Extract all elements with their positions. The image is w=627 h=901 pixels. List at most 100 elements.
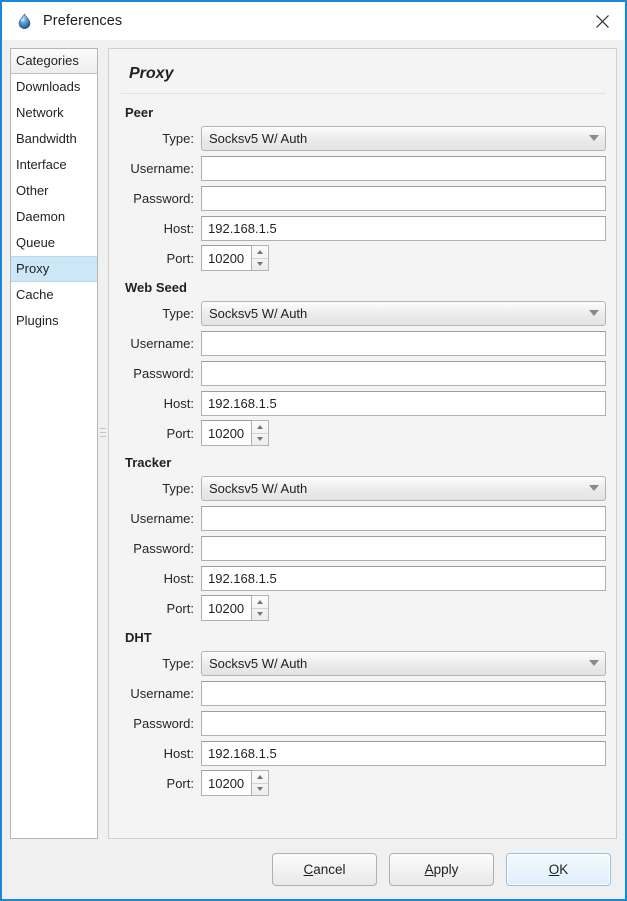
field-port-tracker: 10200 [201,595,606,621]
row-username-tracker: Username: [121,503,606,533]
port-stepper-buttons-peer[interactable] [252,245,269,271]
port-input-web-seed[interactable]: 10200 [201,420,252,446]
username-input-tracker[interactable] [201,505,606,531]
group-web-seed: Web Seed Type: Socksv5 W/ Auth Username: Pas… [121,275,606,448]
port-stepper-dht[interactable]: 10200 [201,770,269,796]
password-input-peer[interactable] [201,185,606,211]
sidebar-item-interface[interactable]: Interface [11,152,97,178]
sidebar-item-cache[interactable]: Cache [11,282,97,308]
port-stepper-web-seed[interactable]: 10200 [201,420,269,446]
proxy-type-select-web-seed[interactable]: Socksv5 W/ Auth [201,300,606,326]
label-port-web-seed: Port: [166,425,194,441]
triangle-up-glyph [257,599,263,604]
field-host-peer: 192.168.1.5 [201,215,606,241]
stepper-down-icon[interactable] [252,259,268,271]
host-input-dht[interactable]: 192.168.1.5 [201,740,606,766]
port-stepper-tracker[interactable]: 10200 [201,595,269,621]
sidebar-item-bandwidth[interactable]: Bandwidth [11,126,97,152]
chevron-down-icon[interactable] [583,135,605,141]
proxy-groups: Peer Type: Socksv5 W/ Auth Username: Passwor… [121,100,606,798]
label-username-peer: Username: [130,160,194,176]
password-input-tracker[interactable] [201,535,606,561]
sidebar-item-other[interactable]: Other [11,178,97,204]
row-password-web-seed: Password: [121,358,606,388]
chevron-down-icon[interactable] [583,485,605,491]
panel-splitter[interactable] [98,48,108,839]
chevron-down-icon[interactable] [583,660,605,666]
proxy-type-value-peer: Socksv5 W/ Auth [209,130,308,146]
stepper-up-icon[interactable] [252,771,268,784]
password-input-dht[interactable] [201,710,606,736]
row-host-dht: Host: 192.168.1.5 [121,738,606,768]
label-password-tracker: Password: [133,540,194,556]
username-input-web-seed[interactable] [201,330,606,356]
username-input-peer[interactable] [201,155,606,181]
port-stepper-peer[interactable]: 10200 [201,245,269,271]
stepper-up-icon[interactable] [252,246,268,259]
field-password-web-seed [201,360,606,386]
password-input-web-seed[interactable] [201,360,606,386]
row-port-web-seed: Port: 10200 [121,418,606,448]
proxy-type-value-web-seed: Socksv5 W/ Auth [209,305,308,321]
stepper-down-icon[interactable] [252,609,268,621]
stepper-up-icon[interactable] [252,596,268,609]
host-input-web-seed[interactable]: 192.168.1.5 [201,390,606,416]
row-username-peer: Username: [121,153,606,183]
label-type-tracker: Type: [162,480,194,496]
group-dht: DHT Type: Socksv5 W/ Auth Username: Password… [121,625,606,798]
field-password-peer [201,185,606,211]
apply-button[interactable]: Apply [389,852,494,886]
label-password-web-seed: Password: [133,365,194,381]
label-port-peer: Port: [166,250,194,266]
close-icon[interactable] [579,2,625,40]
proxy-type-select-dht[interactable]: Socksv5 W/ Auth [201,650,606,676]
categories-list[interactable]: Downloads Network Bandwidth Interface Other D… [11,74,97,838]
host-input-tracker[interactable]: 192.168.1.5 [201,565,606,591]
sidebar-item-daemon[interactable]: Daemon [11,204,97,230]
port-stepper-buttons-tracker[interactable] [252,595,269,621]
host-input-peer[interactable]: 192.168.1.5 [201,215,606,241]
proxy-type-value-tracker: Socksv5 W/ Auth [209,480,308,496]
sidebar-item-proxy[interactable]: Proxy [11,256,97,282]
label-password-peer: Password: [133,190,194,206]
label-type-web-seed: Type: [162,305,194,321]
proxy-type-select-tracker[interactable]: Socksv5 W/ Auth [201,475,606,501]
username-input-dht[interactable] [201,680,606,706]
chevron-down-icon[interactable] [583,310,605,316]
field-port-web-seed: 10200 [201,420,606,446]
port-input-tracker[interactable]: 10200 [201,595,252,621]
proxy-type-select-peer[interactable]: Socksv5 W/ Auth [201,125,606,151]
ok-label-rest: K [559,861,569,877]
ok-button[interactable]: OK [506,852,611,886]
ok-mnemonic: O [548,861,560,877]
sidebar-item-plugins[interactable]: Plugins [11,308,97,334]
splitter-grip-icon[interactable] [100,428,106,442]
port-stepper-buttons-web-seed[interactable] [252,420,269,446]
chevron-down-glyph [589,135,599,141]
cancel-label-rest: ancel [313,861,346,877]
field-port-peer: 10200 [201,245,606,271]
field-username-tracker [201,505,606,531]
field-type-peer: Socksv5 W/ Auth [201,125,606,151]
port-input-peer[interactable]: 10200 [201,245,252,271]
stepper-down-icon[interactable] [252,784,268,796]
port-stepper-buttons-dht[interactable] [252,770,269,796]
group-title-web-seed: Web Seed [125,280,187,295]
proxy-type-value-dht: Socksv5 W/ Auth [209,655,308,671]
label-password-dht: Password: [133,715,194,731]
label-host-web-seed: Host: [163,395,194,411]
field-password-dht [201,710,606,736]
chevron-down-glyph [589,485,599,491]
row-type-peer: Type: Socksv5 W/ Auth [121,123,606,153]
sidebar-item-downloads[interactable]: Downloads [11,74,97,100]
row-username-dht: Username: [121,678,606,708]
stepper-up-icon[interactable] [252,421,268,434]
cancel-button[interactable]: Cancel [272,852,377,886]
sidebar-item-queue[interactable]: Queue [11,230,97,256]
stepper-down-icon[interactable] [252,434,268,446]
group-title-dht: DHT [125,630,152,645]
port-input-dht[interactable]: 10200 [201,770,252,796]
chevron-down-glyph [589,310,599,316]
label-host-tracker: Host: [163,570,194,586]
sidebar-item-network[interactable]: Network [11,100,97,126]
